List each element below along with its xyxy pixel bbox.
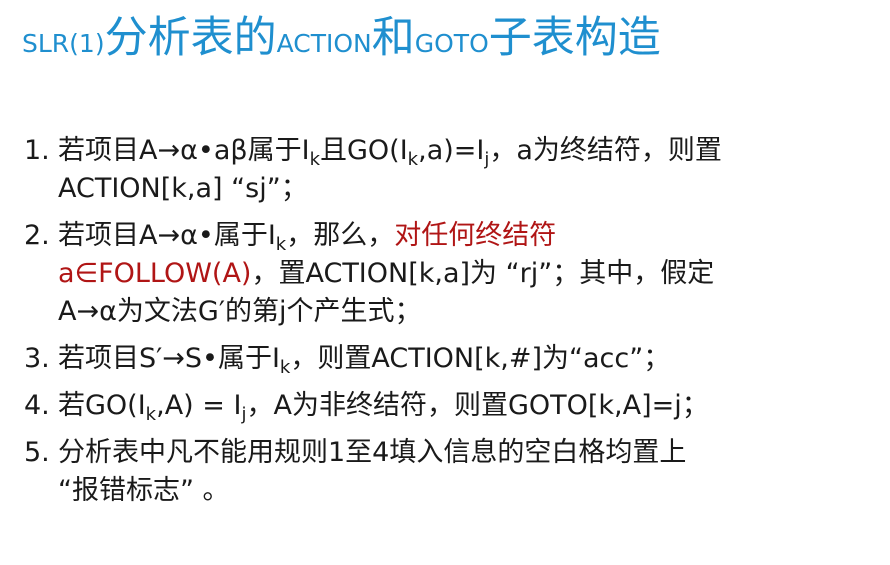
item-number: 4. (24, 390, 50, 421)
text-run: ，A为非终结符，则置GOTO[k,A]=j； (246, 390, 709, 421)
item-text: 若GO(Ik,A) = Ij，A为非终结符，则置GOTO[k,A]=j； (58, 387, 874, 425)
item-line: 若项目A→α•属于Ik，那么，对任何终结符 (58, 217, 874, 255)
text-run: ,A) = I (156, 390, 242, 421)
rule-list: 1. 若项目A→α•aβ属于Ik且GO(Ik,a)=Ij，a为终结符，则置 AC… (24, 132, 874, 519)
title-part: SLR(1) (22, 29, 105, 58)
text-run: ，a为终结符，则置 (489, 135, 722, 166)
text-run: 若项目S′→S•属于I (58, 343, 280, 374)
item-line: a∈FOLLOW(A)，置ACTION[k,a]为 “rj”；其中，假定 (58, 255, 874, 293)
title-part: 分析表的 (104, 13, 277, 63)
slide: SLR(1)分析表的ACTION和GOTO子表构造 1. 若项目A→α•aβ属于… (0, 0, 890, 565)
item-text: 分析表中凡不能用规则1至4填入信息的空白格均置上 “报错标志” 。 (58, 434, 874, 510)
item-line: 若项目S′→S•属于Ik，则置ACTION[k,#]为“acc”； (58, 340, 874, 378)
text-run: ，则置ACTION[k,#]为“acc”； (290, 343, 671, 374)
item-line: A→α为文法G′的第j个产生式； (58, 296, 422, 327)
title-part: 子表构造 (488, 13, 661, 63)
list-item: 3. 若项目S′→S•属于Ik，则置ACTION[k,#]为“acc”； (24, 340, 874, 378)
item-number: 1. (24, 135, 50, 166)
item-text: 若项目A→α•aβ属于Ik且GO(Ik,a)=Ij，a为终结符，则置 ACTIO… (58, 132, 874, 208)
item-line: ACTION[k,a] “sj”； (58, 173, 308, 204)
item-line: 若项目A→α•aβ属于Ik且GO(Ik,a)=Ij，a为终结符，则置 (58, 132, 874, 170)
list-item: 2. 若项目A→α•属于Ik，那么，对任何终结符 a∈FOLLOW(A)，置AC… (24, 217, 874, 331)
item-line: “报错标志” 。 (58, 475, 230, 506)
subscript: k (407, 149, 419, 170)
subscript: k (275, 234, 287, 255)
text-run: 且GO(I (320, 135, 408, 166)
list-item: 4. 若GO(Ik,A) = Ij，A为非终结符，则置GOTO[k,A]=j； (24, 387, 874, 425)
title-part: 和 (371, 13, 415, 63)
item-line: 分析表中凡不能用规则1至4填入信息的空白格均置上 (58, 437, 687, 468)
list-item: 5. 分析表中凡不能用规则1至4填入信息的空白格均置上 “报错标志” 。 (24, 434, 874, 510)
text-run: ,a)=I (418, 135, 485, 166)
list-item: 1. 若项目A→α•aβ属于Ik且GO(Ik,a)=Ij，a为终结符，则置 AC… (24, 132, 874, 208)
text-run: 若项目A→α•aβ属于I (58, 135, 310, 166)
text-run: ，那么， (286, 220, 395, 251)
highlighted-text: a∈FOLLOW(A) (58, 258, 252, 289)
item-text: 若项目S′→S•属于Ik，则置ACTION[k,#]为“acc”； (58, 340, 874, 378)
subscript: k (309, 149, 320, 170)
subscript: k (279, 357, 291, 378)
highlighted-text: 对任何终结符 (394, 220, 557, 251)
item-number: 2. (24, 220, 50, 251)
text-run: 若项目A→α•属于I (58, 220, 276, 251)
item-number: 3. (24, 343, 50, 374)
title-part: ACTION (276, 29, 372, 58)
slide-title: SLR(1)分析表的ACTION和GOTO子表构造 (22, 6, 882, 70)
text-run: 若GO(I (58, 390, 146, 421)
subscript: k (145, 404, 157, 425)
text-run: ，置ACTION[k,a]为 “rj”；其中，假定 (251, 258, 715, 289)
item-text: 若项目A→α•属于Ik，那么，对任何终结符 a∈FOLLOW(A)，置ACTIO… (58, 217, 874, 331)
item-number: 5. (24, 437, 50, 468)
item-line: 若GO(Ik,A) = Ij，A为非终结符，则置GOTO[k,A]=j； (58, 387, 874, 425)
title-part: GOTO (414, 29, 489, 58)
